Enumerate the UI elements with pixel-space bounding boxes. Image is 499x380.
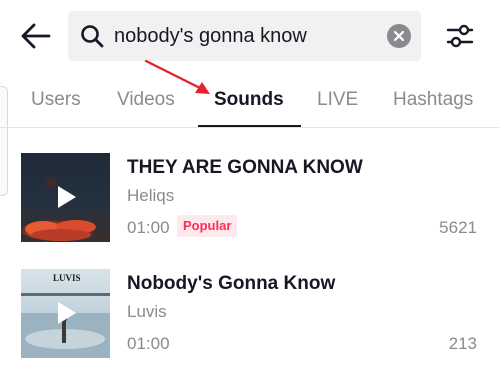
clear-search-button[interactable] xyxy=(387,24,411,48)
search-icon xyxy=(81,25,104,48)
search-input[interactable] xyxy=(114,11,374,61)
result-tabs: Users Videos Sounds LIVE Hashtags xyxy=(0,80,499,128)
sound-cover: LUVIS xyxy=(21,269,110,358)
back-button[interactable] xyxy=(20,22,52,50)
tab-hashtags[interactable]: Hashtags xyxy=(393,89,473,111)
tab-videos[interactable]: Videos xyxy=(117,89,175,111)
sound-title: THEY ARE GONNA KNOW xyxy=(127,157,363,178)
sound-use-count: 213 xyxy=(448,334,477,353)
sound-title: Nobody's Gonna Know xyxy=(127,273,336,294)
search-results-screen: Users Videos Sounds LIVE Hashtags xyxy=(0,0,499,380)
tab-live[interactable]: LIVE xyxy=(317,89,358,111)
sound-cover xyxy=(21,153,110,242)
sound-artist: Heliqs xyxy=(127,186,175,205)
play-icon xyxy=(58,186,76,208)
tab-sounds[interactable]: Sounds xyxy=(214,89,284,111)
sound-artist: Luvis xyxy=(127,302,167,321)
sound-list-item[interactable]: THEY ARE GONNA KNOW Heliqs 01:00 Popular… xyxy=(0,153,499,245)
sound-use-count: 5621 xyxy=(439,218,477,237)
clear-circle-x-icon xyxy=(393,30,405,42)
popular-badge: Popular xyxy=(177,215,238,237)
cover-title-text: LUVIS xyxy=(53,273,81,283)
tab-users[interactable]: Users xyxy=(31,89,81,111)
search-bar[interactable] xyxy=(68,11,421,61)
filter-button[interactable] xyxy=(446,21,474,51)
arrow-left-icon xyxy=(21,23,51,49)
tabs-divider xyxy=(0,127,499,128)
play-icon xyxy=(58,302,76,324)
sound-list-item[interactable]: LUVIS Nobody's Gonna Know Luvis 01:00 21… xyxy=(0,269,499,361)
sound-duration: 01:00 xyxy=(127,334,170,353)
sound-duration: 01:00 xyxy=(127,218,170,237)
sliders-filter-icon xyxy=(446,24,474,48)
